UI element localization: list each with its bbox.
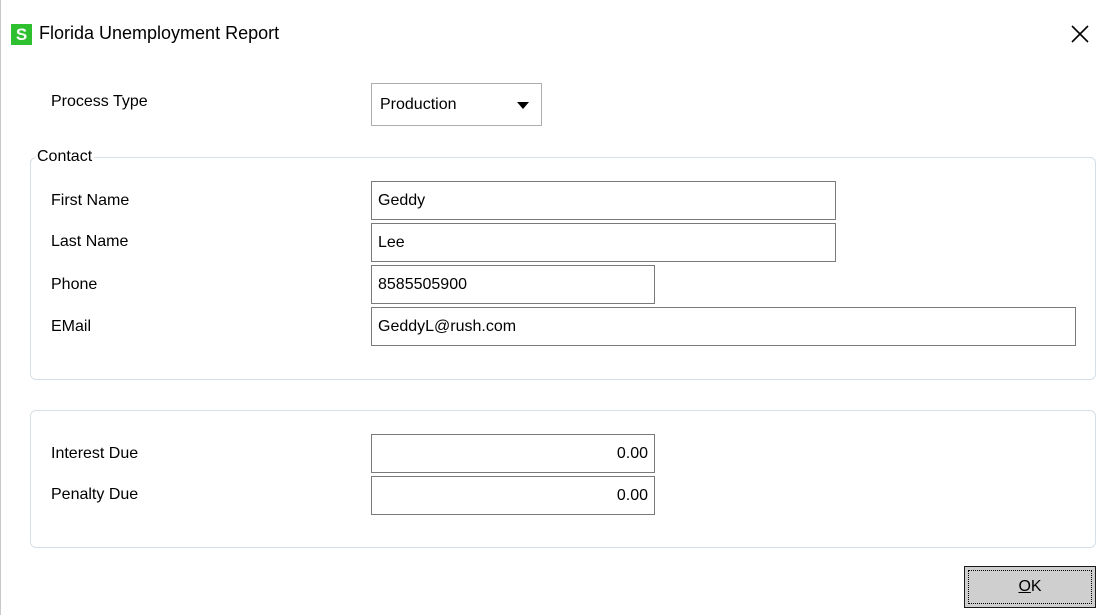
interest-due-field[interactable]: 0.00 xyxy=(371,434,655,473)
window-title: Florida Unemployment Report xyxy=(39,23,280,43)
last-name-value: Lee xyxy=(378,233,405,251)
penalty-due-value: 0.00 xyxy=(616,486,648,504)
email-label: EMail xyxy=(51,318,92,335)
dialog-window: S Florida Unemployment Report Process Ty… xyxy=(0,0,1104,615)
first-name-field[interactable]: Geddy xyxy=(371,181,836,220)
sage-app-icon: S xyxy=(11,24,32,45)
process-type-dropdown[interactable]: Production xyxy=(371,83,542,126)
phone-label: Phone xyxy=(51,276,98,293)
contact-group-legend: Contact xyxy=(35,148,95,166)
interest-due-value: 0.00 xyxy=(616,444,648,462)
email-value: GeddyL@rush.com xyxy=(378,317,517,335)
phone-field[interactable]: 8585505900 xyxy=(371,265,655,304)
first-name-label: First Name xyxy=(51,192,130,209)
first-name-value: Geddy xyxy=(378,191,426,209)
process-type-label: Process Type xyxy=(51,93,148,110)
interest-due-label: Interest Due xyxy=(51,445,139,462)
phone-value: 8585505900 xyxy=(378,275,467,293)
penalty-due-field[interactable]: 0.00 xyxy=(371,476,655,515)
last-name-field[interactable]: Lee xyxy=(371,223,836,262)
ok-button-label: OK xyxy=(1018,578,1042,595)
title-bar: S Florida Unemployment Report xyxy=(1,0,1104,66)
ok-button[interactable]: OK xyxy=(964,566,1096,608)
email-field[interactable]: GeddyL@rush.com xyxy=(371,307,1076,346)
chevron-down-icon xyxy=(517,102,529,109)
penalty-due-label: Penalty Due xyxy=(51,486,139,503)
last-name-label: Last Name xyxy=(51,233,129,250)
close-button[interactable] xyxy=(1063,18,1097,50)
close-icon xyxy=(1071,25,1089,43)
process-type-value: Production xyxy=(380,95,457,113)
